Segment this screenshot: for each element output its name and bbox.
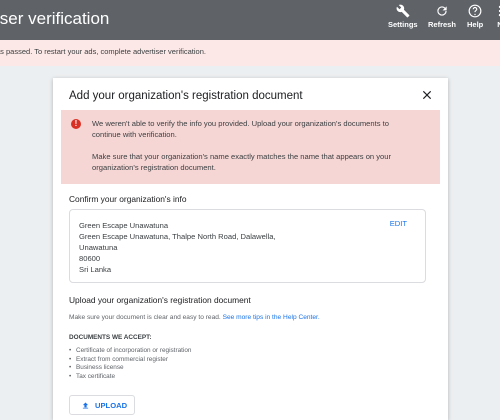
more-button[interactable]: N (493, 4, 500, 29)
accepted-docs-list: Certificate of incorporation or registra… (69, 347, 191, 381)
upload-icon (82, 402, 89, 409)
help-icon (468, 4, 482, 18)
org-info-card: Green Escape Unawatuna Green Escape Unaw… (69, 209, 426, 283)
list-item: Extract from commercial register (69, 356, 191, 365)
org-name: Green Escape Unawatuna (79, 221, 169, 230)
error-icon: ! (71, 119, 81, 129)
app-bar: iser verification Settings Refresh Help … (0, 0, 500, 40)
upload-section-title: Upload your organization's registration … (69, 295, 251, 305)
error-alert: ! We weren't able to verify the info you… (61, 110, 440, 184)
org-postcode: 80600 (79, 254, 101, 263)
registration-dialog: Add your organization's registration doc… (53, 78, 448, 420)
org-city: Unawatuna (79, 243, 118, 252)
settings-label: Settings (388, 20, 418, 29)
upload-button[interactable]: UPLOAD (69, 395, 135, 415)
help-button[interactable]: Help (467, 4, 483, 29)
refresh-button[interactable]: Refresh (428, 4, 456, 29)
upload-hint: Make sure your document is clear and eas… (69, 314, 320, 321)
error-tip-line: organization's registration document. (92, 163, 216, 172)
status-banner: as passed. To restart your ads, complete… (0, 40, 500, 66)
list-item: Tax certificate (69, 373, 191, 382)
refresh-icon (437, 6, 447, 16)
edit-button[interactable]: EDIT (390, 219, 407, 228)
org-address-line: Green Escape Unawatuna, Thalpe North Roa… (79, 232, 276, 241)
refresh-label: Refresh (428, 20, 456, 29)
error-message-line: continue with verification. (92, 130, 177, 139)
upload-label: UPLOAD (95, 401, 128, 410)
more-icon (498, 5, 500, 17)
confirm-info-title: Confirm your organization's info (69, 194, 187, 204)
error-tip-line: Make sure that your organization's name … (92, 152, 392, 161)
dialog-title: Add your organization's registration doc… (69, 90, 303, 102)
banner-text: as passed. To restart your ads, complete… (0, 47, 206, 56)
close-icon[interactable] (420, 88, 434, 102)
wrench-icon (396, 4, 410, 18)
settings-button[interactable]: Settings (388, 4, 418, 29)
list-item: Business license (69, 364, 191, 373)
list-item: Certificate of incorporation or registra… (69, 347, 191, 356)
org-country: Sri Lanka (79, 265, 112, 274)
page-title: iser verification (0, 9, 110, 28)
help-label: Help (467, 20, 484, 29)
docs-heading: DOCUMENTS WE ACCEPT: (69, 334, 152, 341)
upload-hint-text: Make sure your document is clear and eas… (69, 314, 223, 321)
error-message-line: We weren't able to verify the info you p… (92, 119, 389, 128)
help-center-link[interactable]: See more tips in the Help Center. (223, 314, 320, 321)
